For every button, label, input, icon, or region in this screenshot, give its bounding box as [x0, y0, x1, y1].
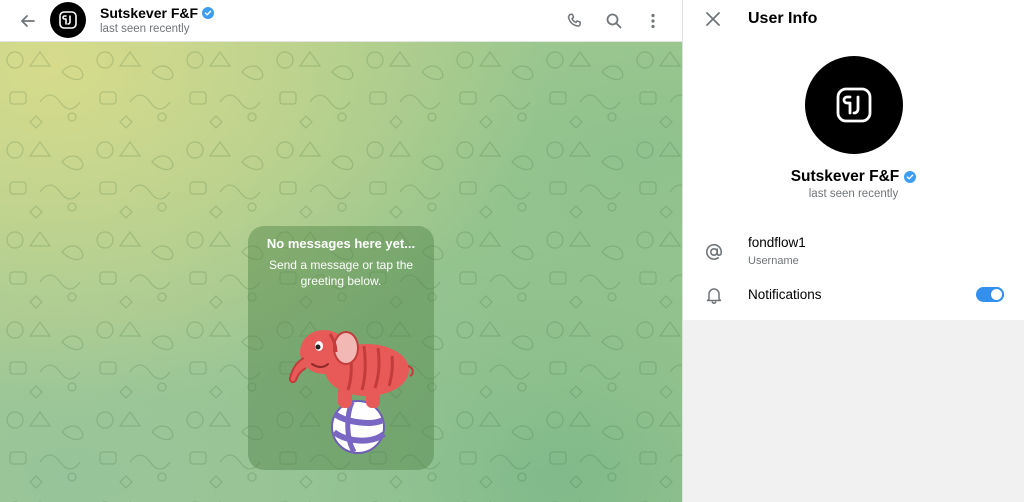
username-row[interactable]: fondflow1 Username [683, 228, 1024, 276]
elephant-greeting-sticker[interactable] [272, 314, 416, 458]
search-icon [606, 13, 622, 29]
chat-title-row[interactable]: Sutskever F&F [100, 5, 215, 21]
profile-avatar[interactable] [805, 56, 903, 154]
back-button[interactable] [14, 7, 42, 35]
user-info-card: User Info Sutskever F&F last seen recent… [683, 0, 1024, 320]
user-info-panel: User Info Sutskever F&F last seen recent… [682, 0, 1024, 502]
chat-status: last seen recently [100, 23, 190, 35]
username-value: fondflow1 [748, 235, 806, 250]
verified-badge-icon [904, 171, 917, 183]
close-info-button[interactable] [701, 7, 725, 31]
info-panel-title: User Info [748, 10, 818, 27]
verified-badge-icon [202, 7, 215, 19]
at-sign-icon [702, 240, 726, 264]
telegram-window: Sutskever F&F last seen recently No mess… [0, 0, 1024, 502]
chat-header: Sutskever F&F last seen recently [0, 0, 682, 42]
username-label: Username [748, 255, 799, 267]
chat-title: Sutskever F&F [100, 5, 199, 21]
call-button[interactable] [561, 7, 589, 35]
notifications-label: Notifications [748, 287, 822, 302]
more-vertical-icon [651, 13, 655, 29]
search-button[interactable] [600, 7, 628, 35]
chat-background: No messages here yet... Send a message o… [0, 42, 682, 502]
bell-icon [702, 283, 726, 307]
phone-icon [567, 13, 582, 27]
empty-chat-title: No messages here yet... [266, 236, 416, 251]
notifications-row[interactable]: Notifications [683, 280, 1024, 310]
back-arrow-icon [21, 15, 35, 27]
empty-chat-card: No messages here yet... Send a message o… [248, 226, 434, 470]
close-icon [706, 12, 720, 26]
notifications-toggle[interactable] [976, 287, 1004, 302]
profile-status: last seen recently [808, 188, 899, 200]
empty-chat-subtitle: Send a message or tap the greeting below… [268, 258, 414, 288]
fj-logo-icon [59, 11, 77, 29]
more-options-button[interactable] [639, 7, 667, 35]
profile-name-row: Sutskever F&F [683, 168, 1024, 186]
chat-avatar[interactable] [50, 2, 86, 38]
fj-logo-icon [836, 87, 872, 123]
profile-name: Sutskever F&F [790, 168, 900, 185]
chat-area: Sutskever F&F last seen recently No mess… [0, 0, 682, 502]
